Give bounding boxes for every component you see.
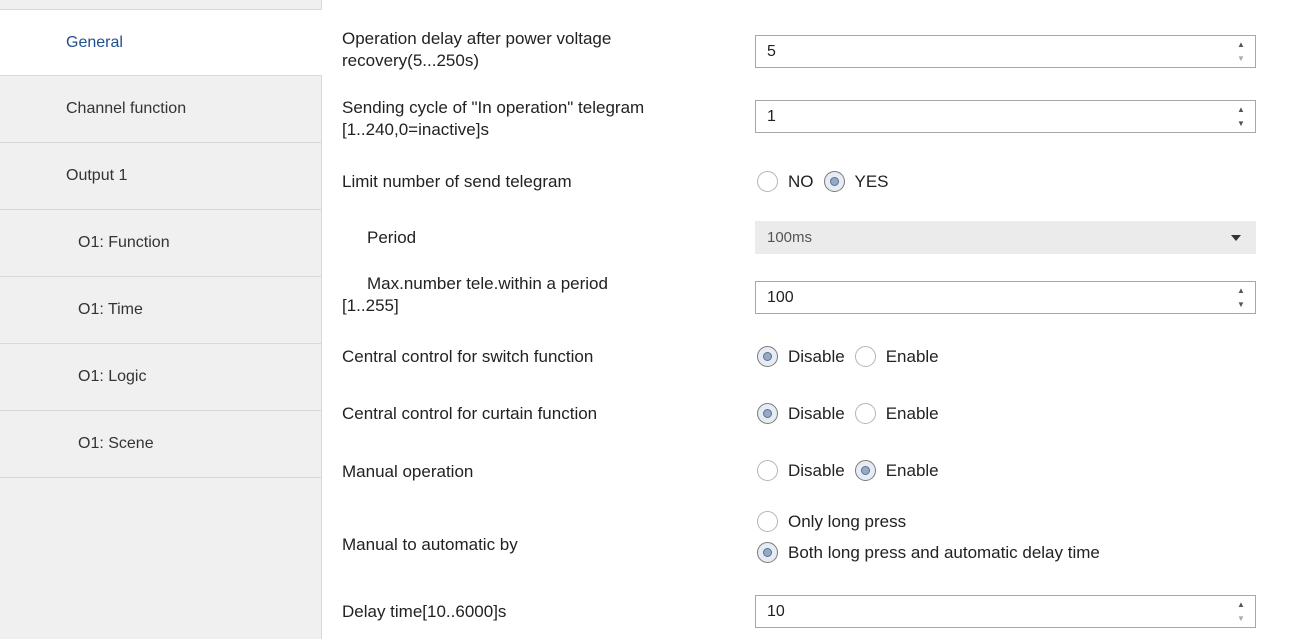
send-cycle-value: 1: [767, 107, 776, 125]
option-label: Disable: [788, 460, 845, 480]
radio-unchecked-icon[interactable]: [854, 403, 876, 424]
sidebar-item-o1-time[interactable]: O1: Time: [0, 277, 321, 344]
limit-send-radio-group: NO YES: [757, 171, 899, 192]
central-switch-radio-group: Disable Enable: [757, 346, 949, 367]
max-number-label-line2: [1..255]: [342, 296, 399, 315]
send-cycle-label-line2: [1..240,0=inactive]s: [342, 120, 489, 139]
manual-op-enable-option[interactable]: Enable: [854, 460, 939, 481]
spin-arrows[interactable]: ▲ ▼: [1236, 287, 1246, 309]
spin-down-icon[interactable]: ▼: [1237, 55, 1245, 63]
option-label: Enable: [885, 403, 939, 423]
sidebar-item-label: O1: Scene: [78, 435, 154, 452]
max-number-value: 100: [767, 288, 794, 306]
option-label: Enable: [885, 460, 939, 480]
sidebar-item-o1-function[interactable]: O1: Function: [0, 210, 321, 277]
spin-arrows[interactable]: ▲ ▼: [1236, 601, 1246, 623]
manual-op-disable-option[interactable]: Disable: [757, 460, 845, 481]
sidebar-item-label: O1: Time: [78, 301, 143, 318]
radio-checked-icon[interactable]: [757, 346, 778, 367]
limit-send-label: Limit number of send telegram: [342, 172, 572, 191]
central-curtain-enable-option[interactable]: Enable: [854, 403, 939, 424]
sidebar-item-label: Output 1: [66, 167, 128, 184]
sidebar-item-o1-logic[interactable]: O1: Logic: [0, 344, 321, 411]
option-label: Enable: [885, 346, 939, 366]
central-curtain-label: Central control for curtain function: [342, 404, 598, 423]
manual-op-radio-group: Disable Enable: [757, 460, 949, 481]
spin-up-icon[interactable]: ▲: [1237, 601, 1245, 609]
option-label: Disable: [788, 403, 845, 423]
central-switch-label: Central control for switch function: [342, 347, 594, 366]
sidebar-item-o1-scene[interactable]: O1: Scene: [0, 411, 321, 478]
op-delay-label-line1: Operation delay after power voltage: [342, 29, 612, 48]
option-label: YES: [854, 171, 889, 191]
sidebar-item-output-1[interactable]: Output 1: [0, 143, 321, 210]
sidebar-list: General Channel function Output 1 O1: Fu…: [0, 9, 322, 478]
spin-arrows[interactable]: ▲ ▼: [1236, 41, 1246, 63]
central-curtain-radio-group: Disable Enable: [757, 403, 949, 424]
delay-time-spinbox[interactable]: 10 ▲ ▼: [755, 595, 1256, 628]
sidebar-item-label: Channel function: [66, 100, 187, 117]
max-number-spinbox[interactable]: 100 ▲ ▼: [755, 281, 1256, 314]
option-label: Only long press: [788, 511, 907, 531]
spin-down-icon[interactable]: ▼: [1237, 615, 1245, 623]
sidebar-item-label: General: [66, 33, 123, 51]
spin-down-icon[interactable]: ▼: [1237, 120, 1245, 128]
send-cycle-label-line1: Sending cycle of "In operation" telegram: [342, 98, 645, 117]
spin-down-icon[interactable]: ▼: [1237, 301, 1245, 309]
radio-unchecked-icon[interactable]: [757, 511, 778, 532]
delay-time-value: 10: [767, 602, 785, 620]
radio-checked-icon[interactable]: [757, 403, 778, 424]
manual-to-auto-long-option[interactable]: Only long press: [757, 506, 1100, 537]
period-select[interactable]: 100ms: [755, 221, 1256, 254]
op-delay-value: 5: [767, 42, 776, 60]
central-curtain-disable-option[interactable]: Disable: [757, 403, 845, 424]
sidebar-item-label: O1: Logic: [78, 368, 147, 385]
option-label: Both long press and automatic delay time: [788, 542, 1100, 562]
manual-op-label: Manual operation: [342, 462, 474, 481]
central-switch-disable-option[interactable]: Disable: [757, 346, 845, 367]
max-number-label: Max.number tele.within a period [1..255]: [342, 273, 608, 317]
radio-checked-icon[interactable]: [757, 542, 778, 563]
send-cycle-spinbox[interactable]: 1 ▲ ▼: [755, 100, 1256, 133]
option-label: NO: [788, 171, 814, 191]
sidebar-item-general[interactable]: General: [0, 9, 322, 76]
limit-send-yes-option[interactable]: YES: [823, 171, 889, 192]
manual-to-auto-label: Manual to automatic by: [342, 535, 518, 554]
spin-up-icon[interactable]: ▲: [1237, 287, 1245, 295]
chevron-down-icon[interactable]: [1231, 235, 1241, 241]
op-delay-label-line2: recovery(5...250s): [342, 51, 479, 70]
limit-send-no-option[interactable]: NO: [757, 171, 814, 192]
manual-to-auto-radio-group: Only long press Both long press and auto…: [757, 506, 1110, 568]
period-label: Period: [367, 228, 417, 247]
sidebar: General Channel function Output 1 O1: Fu…: [0, 0, 322, 639]
central-switch-enable-option[interactable]: Enable: [854, 346, 939, 367]
radio-unchecked-icon[interactable]: [854, 346, 876, 367]
option-label: Disable: [788, 346, 845, 366]
radio-unchecked-icon[interactable]: [757, 460, 778, 481]
max-number-label-line1: Max.number tele.within a period: [367, 274, 608, 293]
spin-up-icon[interactable]: ▲: [1237, 41, 1245, 49]
sidebar-item-label: O1: Function: [78, 234, 170, 251]
radio-unchecked-icon[interactable]: [757, 171, 778, 192]
op-delay-label: Operation delay after power voltage reco…: [342, 28, 611, 72]
radio-checked-icon[interactable]: [823, 171, 845, 192]
spin-arrows[interactable]: ▲ ▼: [1236, 106, 1246, 128]
op-delay-spinbox[interactable]: 5 ▲ ▼: [755, 35, 1256, 68]
period-value: 100ms: [767, 229, 813, 246]
radio-checked-icon[interactable]: [854, 460, 876, 481]
spin-up-icon[interactable]: ▲: [1237, 106, 1245, 114]
send-cycle-label: Sending cycle of "In operation" telegram…: [342, 97, 644, 141]
delay-time-label: Delay time[10..6000]s: [342, 602, 507, 621]
sidebar-item-channel-function[interactable]: Channel function: [0, 76, 321, 143]
manual-to-auto-both-option[interactable]: Both long press and automatic delay time: [757, 537, 1100, 568]
